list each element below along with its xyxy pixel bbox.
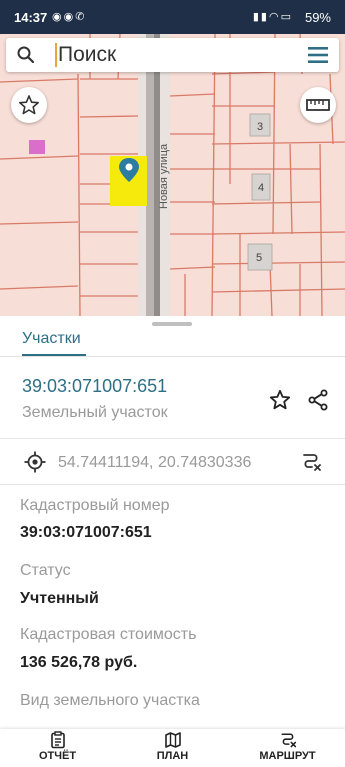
- battery-percent: 59%: [304, 10, 331, 25]
- cadastral-map: 3 4 5 Новая улица: [0, 34, 345, 316]
- nav-route-button[interactable]: МАРШРУТ: [230, 729, 345, 767]
- text-cursor: [55, 43, 57, 67]
- field-label: Вид земельного участка: [20, 692, 200, 709]
- wifi-icon: ◠: [268, 11, 281, 23]
- parcel-title[interactable]: 39:03:071007:651: [22, 376, 167, 397]
- report-icon: [50, 731, 65, 749]
- map-view[interactable]: 3 4 5 Новая улица: [0, 34, 345, 316]
- search-input[interactable]: [58, 41, 278, 69]
- phone-icon: ✆: [75, 11, 87, 23]
- nav-plan-button[interactable]: ПЛАН: [115, 729, 230, 767]
- nav-label: ОТЧЁТ: [38, 750, 77, 762]
- system-icons: ▮▮◠▭: [253, 10, 293, 23]
- divider: [0, 356, 345, 357]
- favorites-button[interactable]: [11, 87, 47, 123]
- notification-icons: ◉◉✆: [52, 10, 86, 23]
- house-number: 3: [257, 121, 263, 133]
- field-value: Учтенный: [20, 590, 99, 607]
- nav-label: ПЛАН: [156, 750, 189, 762]
- search-icon[interactable]: [16, 45, 36, 65]
- bottom-navigation: ОТЧЁТ ПЛАН МАРШРУТ: [0, 729, 345, 767]
- signal-icon: ▮: [252, 11, 261, 23]
- tab-parcels[interactable]: Участки: [22, 330, 81, 348]
- field-label: Статус: [20, 562, 71, 579]
- clock: 14:37: [14, 10, 48, 25]
- nav-label: МАРШРУТ: [259, 750, 316, 762]
- search-bar: [6, 38, 339, 72]
- signal-icon: ▮: [260, 11, 269, 23]
- divider: [0, 438, 345, 439]
- field-label: Кадастровая стоимость: [20, 626, 197, 643]
- field-value: 136 526,78 руб.: [20, 654, 138, 671]
- map-icon: [164, 732, 181, 748]
- ruler-icon: [306, 99, 330, 111]
- parcel-borders: [0, 34, 345, 316]
- share-icon[interactable]: [306, 388, 330, 412]
- notification-icon: ◉: [63, 11, 76, 23]
- field-value[interactable]: 39:03:071007:651: [20, 524, 152, 542]
- parcel-subtitle: Земельный участок: [22, 404, 168, 421]
- divider: [0, 484, 345, 485]
- street-name: Новая улица: [158, 143, 170, 209]
- gps-target-icon: [24, 451, 46, 473]
- route-icon[interactable]: [300, 451, 322, 473]
- nav-report-button[interactable]: ОТЧЁТ: [0, 729, 115, 767]
- notification-icon: ◉: [52, 11, 64, 23]
- menu-icon[interactable]: [307, 45, 329, 65]
- star-outline-icon[interactable]: [268, 388, 292, 412]
- poi-marker[interactable]: [29, 140, 45, 154]
- star-outline-icon: [19, 95, 39, 115]
- status-bar: 14:37 ◉◉✆ ▮▮◠▭ 59%: [0, 0, 345, 34]
- coordinates-text[interactable]: 54.74411194, 20.74830336: [58, 454, 251, 472]
- house-number: 5: [256, 252, 262, 264]
- route-icon: [280, 733, 296, 748]
- measure-button[interactable]: [300, 87, 336, 123]
- drag-handle[interactable]: [152, 322, 192, 326]
- house-number: 4: [258, 182, 264, 194]
- field-label: Кадастровый номер: [20, 497, 170, 514]
- battery-icon: ▭: [280, 11, 293, 23]
